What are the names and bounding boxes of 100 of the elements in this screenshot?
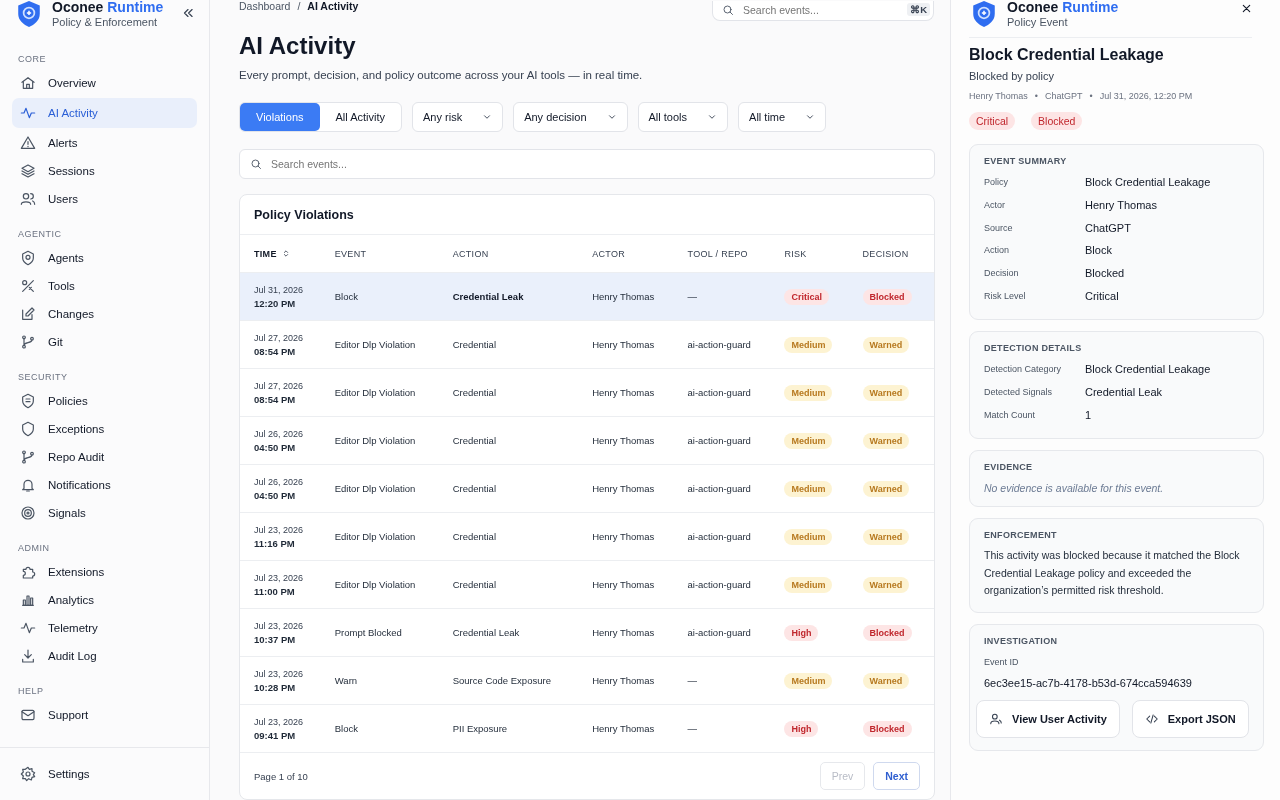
filter-dropdown[interactable]: Any decision: [513, 102, 628, 132]
date-text: Jul 26, 2026: [254, 476, 305, 487]
view-activity-button[interactable]: View User Activity: [976, 699, 1120, 738]
date-text: Jul 27, 2026: [254, 380, 305, 391]
nav-item[interactable]: Extensions: [12, 558, 197, 586]
nav-item[interactable]: Support: [12, 701, 197, 729]
nav-item[interactable]: Agents: [12, 244, 197, 272]
nav-section-label: CORE: [18, 54, 47, 64]
decision-badge: Warned: [862, 480, 910, 497]
nav-item[interactable]: Git: [12, 328, 197, 356]
view-tab[interactable]: Violations: [240, 103, 320, 131]
filter-dropdown[interactable]: All tools: [637, 102, 729, 132]
decision-badge: Warned: [862, 432, 910, 449]
shield-icon: [20, 421, 36, 437]
table-cell: Credential Leak: [444, 608, 585, 657]
filter-dropdown[interactable]: All time: [738, 102, 827, 132]
edit-icon: [20, 306, 36, 322]
risk-badge: Medium: [784, 576, 833, 593]
meta-text: ChatGPT: [1045, 91, 1083, 101]
description-text: This activity was blocked because it matched the Block Credential Leakage policy and exceeded the organization’s permitted risk threshold.: [984, 548, 1241, 599]
brand-name: Oconee Runtime: [1007, 0, 1120, 14]
table-cell: Editor Dlp Violation: [326, 320, 445, 369]
nav-item[interactable]: Policies: [12, 387, 197, 415]
search-field[interactable]: Search events...: [239, 149, 935, 179]
table-cell: Editor Dlp Violation: [326, 368, 445, 417]
decision-badge: Warned: [862, 384, 910, 401]
nav-item[interactable]: Tools: [12, 272, 197, 300]
nav-item[interactable]: Alerts: [12, 129, 197, 157]
filter-dropdown[interactable]: Any risk: [412, 102, 504, 132]
table-cell: Henry Thomas: [584, 320, 680, 369]
date-text: Jul 31, 2026: [254, 284, 305, 295]
nav-item[interactable]: Overview: [12, 69, 197, 97]
table-cell: Block: [326, 272, 445, 321]
table-cell: Henry Thomas: [584, 464, 680, 513]
column-header: TOOL / REPO: [679, 234, 777, 273]
table-cell: Credential: [444, 320, 585, 369]
nav-item[interactable]: Repo Audit: [12, 443, 197, 471]
puzzle-icon: [20, 564, 36, 580]
table-cell: Block: [326, 704, 445, 753]
column-header: ACTION: [444, 234, 585, 273]
export-button[interactable]: Export JSON: [1131, 699, 1249, 738]
table-cell: Warn: [326, 656, 445, 705]
nav-item[interactable]: Telemetry: [12, 614, 197, 642]
meta-separator: •: [1089, 91, 1093, 101]
table-cell: Henry Thomas: [584, 560, 680, 609]
time-text: 08:54 PM: [254, 345, 297, 357]
nav-item[interactable]: Exceptions: [12, 415, 197, 443]
nav-item[interactable]: Users: [12, 185, 197, 213]
download-icon: [20, 648, 36, 664]
nav-item[interactable]: Audit Log: [12, 642, 197, 670]
search-icon: [250, 158, 262, 170]
breadcrumb-item[interactable]: Dashboard: [239, 0, 291, 12]
chevron-down-icon: [606, 112, 617, 122]
table-cell: Henry Thomas: [584, 608, 680, 657]
branch-icon: [20, 334, 36, 350]
date-text: Jul 23, 2026: [254, 716, 305, 727]
decision-badge: Blocked: [862, 720, 912, 737]
table-cell: Henry Thomas: [584, 416, 680, 465]
double-chevron-left-icon: [181, 6, 195, 20]
decision-badge: Warned: [862, 336, 910, 353]
table-cell: Credential Leak: [444, 272, 585, 321]
field-label: Policy: [984, 177, 1009, 188]
nav-item[interactable]: Notifications: [12, 471, 197, 499]
meta-text: Jul 31, 2026, 12:20 PM: [1099, 91, 1193, 101]
nav-item[interactable]: Settings: [12, 760, 197, 788]
table-cell: ai-action-guard: [679, 368, 777, 417]
view-tab[interactable]: All Activity: [319, 103, 401, 131]
field-value: ChatGPT: [1085, 221, 1131, 234]
risk-badge: Critical: [784, 288, 829, 305]
table-cell: Credential: [444, 416, 585, 465]
field-value: Block Credential Leakage: [1085, 176, 1211, 189]
table-cell: Henry Thomas: [584, 272, 680, 321]
table-cell: Credential: [444, 464, 585, 513]
time-text: 08:54 PM: [254, 393, 297, 405]
brand-name: Oconee Runtime: [52, 0, 165, 14]
close-icon: [1241, 3, 1252, 14]
time-text: 12:20 PM: [254, 297, 297, 309]
date-text: Jul 27, 2026: [254, 332, 305, 343]
nav-item[interactable]: Signals: [12, 499, 197, 527]
table-cell: PII Exposure: [444, 704, 585, 753]
date-text: Jul 23, 2026: [254, 524, 305, 535]
page-subtitle: Every prompt, decision, and policy outcome across your AI tools — in real time.: [239, 69, 644, 81]
time-text: 10:37 PM: [254, 633, 297, 645]
nav-section-label: SECURITY: [18, 372, 69, 382]
column-header[interactable]: TIME: [254, 248, 319, 259]
risk-badge: High: [784, 624, 819, 641]
next-page-button[interactable]: Next: [873, 762, 920, 790]
table-cell: ai-action-guard: [679, 512, 777, 561]
breadcrumb-item: AI Activity: [307, 0, 359, 12]
nav-item[interactable]: Analytics: [12, 586, 197, 614]
time-text: 04:50 PM: [254, 489, 297, 501]
column-header: ACTOR: [584, 234, 680, 273]
status-badge: Critical: [969, 112, 1016, 130]
nav-item[interactable]: Changes: [12, 300, 197, 328]
table-cell: ai-action-guard: [679, 608, 777, 657]
nav-item[interactable]: AI Activity: [12, 98, 197, 128]
field-value: Block Credential Leakage: [1085, 363, 1211, 376]
bar-chart-icon: [20, 592, 36, 608]
nav-item[interactable]: Sessions: [12, 157, 197, 185]
warning-icon: [20, 135, 36, 151]
